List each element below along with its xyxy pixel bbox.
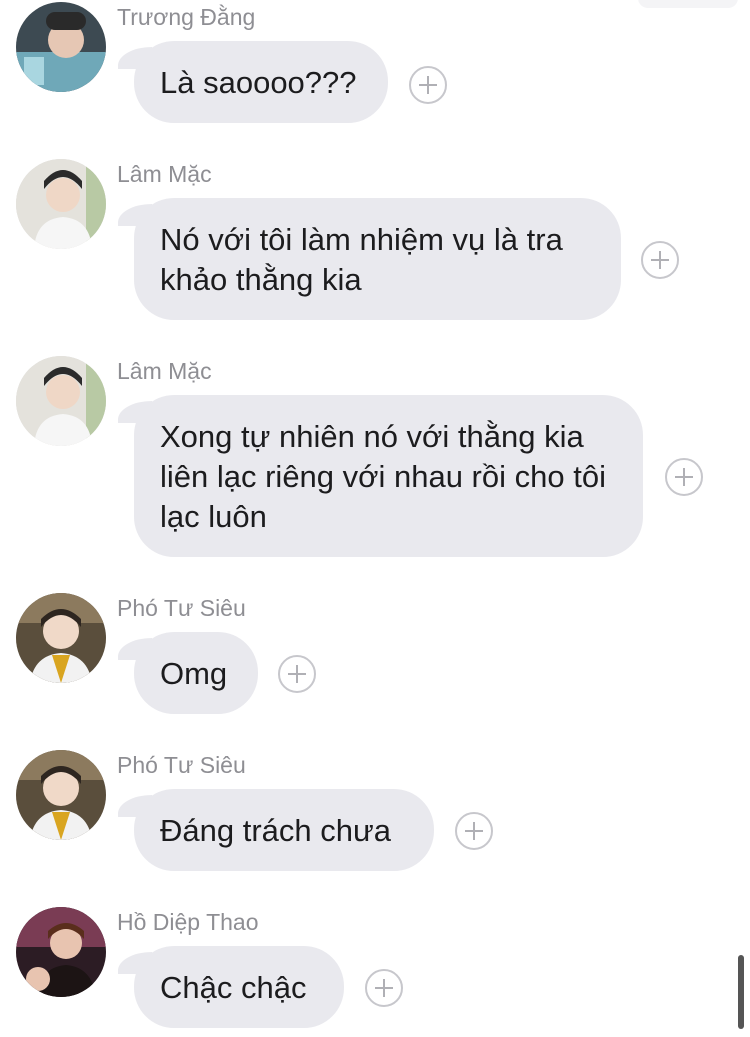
message-text: Omg — [160, 656, 228, 691]
sender-name: Trương Đằng — [117, 4, 256, 30]
avatar[interactable] — [16, 593, 106, 683]
add-reaction-button[interactable] — [409, 66, 447, 104]
message-text: Nó với tôi làm nhiệm vụ là tra khảo thằn… — [160, 222, 563, 297]
avatar[interactable] — [16, 907, 106, 997]
plus-icon — [651, 251, 669, 269]
plus-icon — [419, 76, 437, 94]
sender-name: Lâm Mặc — [117, 161, 212, 187]
avatar[interactable] — [16, 159, 106, 249]
message-bubble[interactable]: Omg — [118, 632, 258, 714]
message-bubble[interactable]: Nó với tôi làm nhiệm vụ là tra khảo thằn… — [118, 198, 621, 320]
sender-name: Phó Tư Siêu — [117, 752, 246, 778]
avatar-image — [16, 907, 106, 997]
sender-name: Phó Tư Siêu — [117, 595, 246, 621]
add-reaction-button[interactable] — [455, 812, 493, 850]
plus-icon — [465, 822, 483, 840]
avatar-image — [16, 159, 106, 249]
message-bubble[interactable]: Đáng trách chưa — [118, 789, 434, 871]
message-text: Chậc chậc — [160, 970, 307, 1005]
avatar-image — [16, 750, 106, 840]
add-reaction-button[interactable] — [641, 241, 679, 279]
add-reaction-button[interactable] — [665, 458, 703, 496]
message-bubble[interactable]: Chậc chậc — [118, 946, 344, 1028]
message-bubble[interactable]: Xong tự nhiên nó với thằng kia liên lạc … — [118, 395, 643, 557]
avatar-image — [16, 593, 106, 683]
message-text: Xong tự nhiên nó với thằng kia liên lạc … — [160, 419, 606, 534]
top-tab-remnant — [638, 0, 738, 8]
avatar-image — [16, 2, 106, 92]
avatar[interactable] — [16, 750, 106, 840]
plus-icon — [675, 468, 693, 486]
scrollbar-thumb[interactable] — [738, 955, 744, 1029]
message-text: Đáng trách chưa — [160, 813, 391, 848]
add-reaction-button[interactable] — [365, 969, 403, 1007]
add-reaction-button[interactable] — [278, 655, 316, 693]
sender-name: Lâm Mặc — [117, 358, 212, 384]
avatar-image — [16, 356, 106, 446]
message-text: Là saoooo??? — [160, 65, 357, 100]
plus-icon — [288, 665, 306, 683]
sender-name: Hồ Diệp Thao — [117, 909, 259, 935]
plus-icon — [375, 979, 393, 997]
message-bubble[interactable]: Là saoooo??? — [118, 41, 388, 123]
avatar[interactable] — [16, 2, 106, 92]
avatar[interactable] — [16, 356, 106, 446]
